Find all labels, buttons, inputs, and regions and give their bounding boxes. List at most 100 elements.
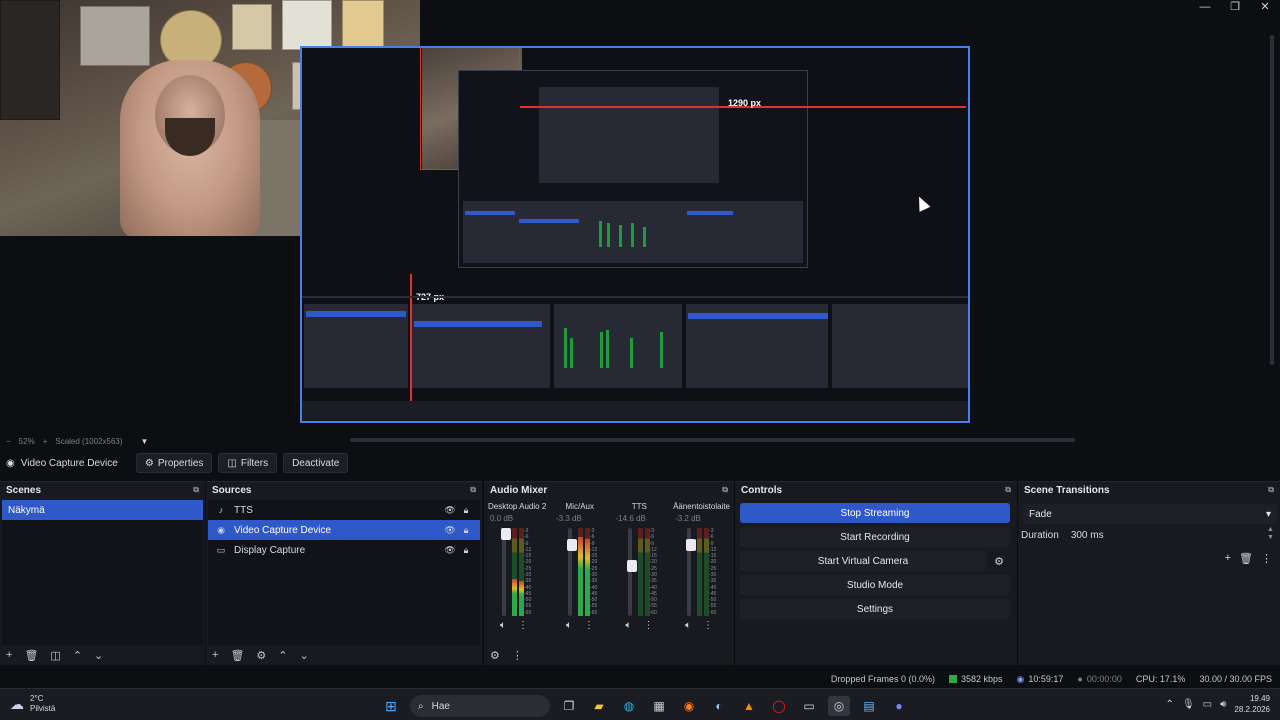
transition-select[interactable]: Fade ▾ — [1023, 504, 1277, 524]
volume-fader[interactable] — [501, 528, 511, 616]
trash-icon[interactable]: 🗑︎ — [24, 649, 38, 662]
menu-dots-icon[interactable]: ⋮ — [512, 649, 523, 662]
advanced-audio-icon[interactable]: ⚙ — [490, 649, 500, 662]
duration-input[interactable]: 300 ms — [1071, 530, 1104, 541]
chevron-down-icon[interactable]: ⌄ — [300, 649, 309, 662]
lock-icon[interactable]: 🔒︎ — [458, 545, 474, 556]
preview-horizontal-scrollbar[interactable] — [350, 438, 1075, 442]
speaker-icon[interactable]: 🔈︎ — [626, 620, 632, 631]
status-bar: Dropped Frames 0 (0.0%) 3582 kbps ◉ 10:59… — [0, 670, 1280, 688]
undock-icon[interactable]: ⧉ — [722, 485, 728, 495]
zoom-out-button[interactable]: − — [6, 437, 11, 446]
task-view-icon[interactable]: ❐ — [558, 696, 580, 716]
menu-dots-icon[interactable]: ⋮ — [703, 620, 713, 631]
start-recording-button[interactable]: Start Recording — [740, 527, 1010, 547]
clock[interactable]: 19.49 28.2.2026 — [1234, 693, 1270, 715]
undock-icon[interactable]: ⧉ — [1005, 485, 1011, 495]
undock-icon[interactable]: ⧉ — [193, 485, 199, 495]
fader-knob[interactable] — [686, 538, 697, 551]
lock-icon[interactable]: 🔒︎ — [458, 525, 474, 536]
scale-tick: -55 — [590, 603, 598, 610]
chevron-up-icon[interactable]: ⌃ — [278, 649, 287, 662]
trash-icon[interactable]: 🗑︎ — [230, 649, 244, 662]
obs-icon[interactable]: ◎ — [828, 696, 850, 716]
firefox-icon[interactable]: ◉ — [678, 696, 700, 716]
menu-dots-icon[interactable]: ⋮ — [584, 620, 594, 631]
scale-tick: -35 — [709, 578, 717, 585]
eye-icon[interactable]: 👁︎ — [442, 525, 458, 536]
eye-icon[interactable]: 👁︎ — [442, 505, 458, 516]
volume-fader[interactable] — [567, 528, 577, 616]
source-item-video-capture[interactable]: ◉ Video Capture Device 👁︎ 🔒︎ — [208, 520, 480, 540]
stream-time: ◉ 10:59:17 — [1017, 674, 1064, 685]
start-icon[interactable]: ⊞ — [380, 696, 402, 716]
edge-icon[interactable]: ◍ — [618, 696, 640, 716]
volume-fader[interactable] — [626, 528, 637, 616]
add-icon[interactable]: + — [1225, 552, 1231, 565]
scene-item[interactable]: Näkymä — [2, 500, 203, 520]
add-icon[interactable]: + — [6, 649, 12, 661]
menu-dots-icon[interactable]: ⋮ — [518, 620, 528, 631]
chevron-up-icon[interactable]: ⌃ — [73, 649, 82, 662]
mixer-meter: -3 -6 -9 -12 -15 -20 -25 -30 -35 -40 -45 -50 -55 -60 — [566, 528, 600, 616]
store-icon[interactable]: ▦ — [648, 696, 670, 716]
vlc-icon[interactable]: ▲ — [738, 696, 760, 716]
menu-dots-icon[interactable]: ⋮ — [644, 620, 654, 631]
fader-knob[interactable] — [567, 538, 577, 551]
lock-icon[interactable]: 🔒︎ — [458, 505, 474, 516]
minimize-button[interactable]: — — [1190, 0, 1220, 14]
zoom-in-button[interactable]: + — [43, 437, 48, 446]
chevron-up-icon[interactable]: ⌃ — [1166, 699, 1174, 710]
start-virtual-camera-button[interactable]: Start Virtual Camera — [740, 551, 986, 571]
filters-button[interactable]: ◫ Filters — [218, 453, 278, 473]
stop-streaming-button[interactable]: Stop Streaming — [740, 503, 1010, 523]
add-icon[interactable]: + — [212, 649, 218, 661]
speaker-icon[interactable]: 🔈︎ — [500, 620, 506, 631]
maximize-button[interactable]: ❐ — [1220, 0, 1250, 14]
chevron-down-icon: ▾ — [1265, 508, 1271, 520]
microphone-icon[interactable]: 🎙︎ — [1182, 699, 1195, 710]
preview-vertical-scrollbar[interactable] — [1270, 35, 1274, 365]
volume-icon[interactable]: 🔊︎ — [1220, 699, 1226, 710]
network-icon[interactable]: ▭ — [1203, 699, 1212, 710]
fader-knob[interactable] — [626, 559, 637, 572]
speaker-icon[interactable]: 🔈︎ — [685, 620, 691, 631]
fader-knob[interactable] — [501, 528, 511, 540]
deactivate-button[interactable]: Deactivate — [283, 453, 349, 473]
zoom-controls: − 52% + Scaled (1002x563) ▼ — [0, 434, 148, 448]
close-button[interactable]: ✕ — [1250, 0, 1280, 14]
weather-widget[interactable]: ☁ 2°C Pilvistä — [10, 694, 55, 714]
preview-canvas[interactable]: — ❐ ✕ 1290 px — [0, 0, 1280, 432]
chevron-down-icon[interactable]: ⌄ — [94, 649, 103, 662]
trash-icon[interactable]: 🗑︎ — [1239, 552, 1253, 565]
undock-icon[interactable]: ⧉ — [470, 485, 476, 495]
zoom-percent: 52% — [18, 436, 35, 446]
steam-icon[interactable]: ◐ — [708, 696, 730, 716]
source-item-display-capture[interactable]: ▭ Display Capture 👁︎ 🔒︎ — [208, 540, 480, 560]
meter-scale: -3 -6 -9 -12 -15 -20 -25 -30 -35 -40 -45 -50 -55 -60 — [650, 528, 657, 616]
studio-mode-button[interactable]: Studio Mode — [740, 575, 1010, 595]
context-bar: ◉ Video Capture Device ⚙ Properties ◫ Fi… — [0, 452, 1280, 474]
taskbar-search[interactable]: ⌕ Hae — [410, 695, 550, 717]
menu-dots-icon[interactable]: ⋮ — [1261, 552, 1272, 565]
filter-icon[interactable]: ◫ — [50, 649, 60, 662]
terminal-icon[interactable]: ▭ — [798, 696, 820, 716]
cloud-icon: ☁ — [10, 696, 24, 712]
undock-icon[interactable]: ⧉ — [1268, 485, 1274, 495]
gear-icon[interactable]: ⚙ — [256, 649, 266, 662]
source-item-tts[interactable]: ♪ TTS 👁︎ 🔒︎ — [208, 500, 480, 520]
settings-button[interactable]: Settings — [740, 599, 1010, 619]
zoom-dropdown[interactable]: ▼ — [141, 437, 149, 446]
discord-icon[interactable]: ● — [888, 696, 910, 716]
opera-icon[interactable]: ◯ — [768, 696, 790, 716]
volume-fader[interactable] — [686, 528, 697, 616]
virtual-camera-settings-icon[interactable]: ⚙ — [988, 551, 1010, 571]
scale-tick: -40 — [524, 584, 532, 591]
display-capture-preview[interactable]: 1290 px 727 px — [300, 46, 970, 423]
properties-button[interactable]: ⚙ Properties — [135, 453, 213, 473]
notepad-icon[interactable]: ▤ — [858, 696, 880, 716]
duration-stepper-icon[interactable]: ▲ ▼ — [1267, 526, 1274, 542]
speaker-icon[interactable]: 🔈︎ — [566, 620, 572, 631]
file-explorer-icon[interactable]: ▰ — [588, 696, 610, 716]
eye-icon[interactable]: 👁︎ — [442, 545, 458, 556]
